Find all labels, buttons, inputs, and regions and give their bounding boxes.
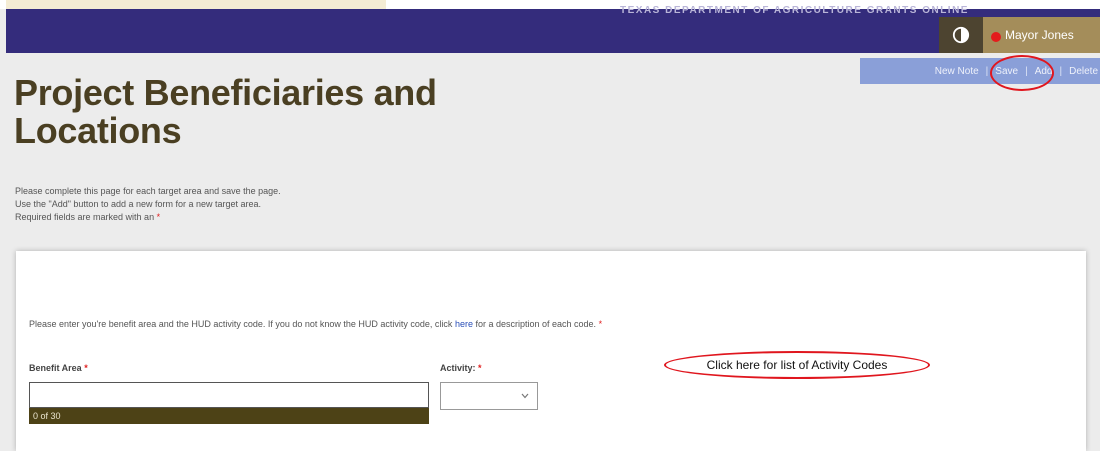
hud-codes-link[interactable]: here: [455, 319, 473, 329]
benefit-area-label-text: Benefit Area: [29, 363, 82, 373]
form-card: Please enter you're benefit area and the…: [16, 251, 1086, 451]
required-marker: *: [478, 363, 482, 373]
page-toolbar: New Note | Save | Add | Delete: [860, 58, 1100, 84]
activity-codes-callout-text: Click here for list of Activity Codes: [706, 358, 888, 372]
hud-text-before: Please enter you're benefit area and the…: [29, 319, 453, 329]
chevron-down-icon: [521, 393, 529, 399]
activity-codes-callout[interactable]: Click here for list of Activity Codes: [664, 351, 930, 379]
benefit-area-label: Benefit Area *: [29, 363, 88, 373]
user-name: Mayor Jones: [1005, 28, 1074, 42]
required-marker: *: [84, 363, 88, 373]
required-marker: *: [156, 212, 161, 222]
instruction-line-3: Required fields are marked with an *: [15, 211, 281, 224]
site-banner: TEXAS DEPARTMENT OF AGRICULTURE GRANTS O…: [6, 0, 1100, 53]
activity-label-text: Activity:: [440, 363, 476, 373]
activity-label: Activity: *: [440, 363, 482, 373]
hud-instructions: Please enter you're benefit area and the…: [29, 319, 602, 329]
banner-title: TEXAS DEPARTMENT OF AGRICULTURE GRANTS O…: [620, 5, 969, 13]
instruction-line-2: Use the "Add" button to add a new form f…: [15, 199, 262, 209]
benefit-area-char-counter: 0 of 30: [29, 408, 429, 424]
required-note: Required fields are marked with an: [15, 212, 155, 222]
instruction-line-1: Please complete this page for each targe…: [15, 186, 281, 196]
required-marker: *: [598, 319, 603, 329]
page-title-line-2: Locations: [14, 110, 182, 151]
activity-select[interactable]: [440, 382, 538, 410]
user-menu[interactable]: Mayor Jones: [983, 17, 1100, 53]
hud-text-after: for a description of each code.: [475, 319, 597, 329]
page-instructions: Please complete this page for each targe…: [15, 185, 281, 224]
user-status-dot: [991, 32, 1001, 42]
page-title: Project Beneficiaries and Locations: [14, 74, 437, 150]
contrast-toggle-button[interactable]: [939, 17, 983, 53]
banner-accent-strip: [6, 0, 386, 9]
benefit-area-input[interactable]: [29, 382, 429, 408]
page-title-line-1: Project Beneficiaries and: [14, 72, 437, 113]
delete-button[interactable]: Delete: [1062, 66, 1100, 77]
add-button[interactable]: Add: [1028, 66, 1060, 77]
new-note-button[interactable]: New Note: [928, 66, 986, 77]
contrast-icon: [952, 26, 970, 44]
save-button[interactable]: Save: [988, 66, 1025, 77]
